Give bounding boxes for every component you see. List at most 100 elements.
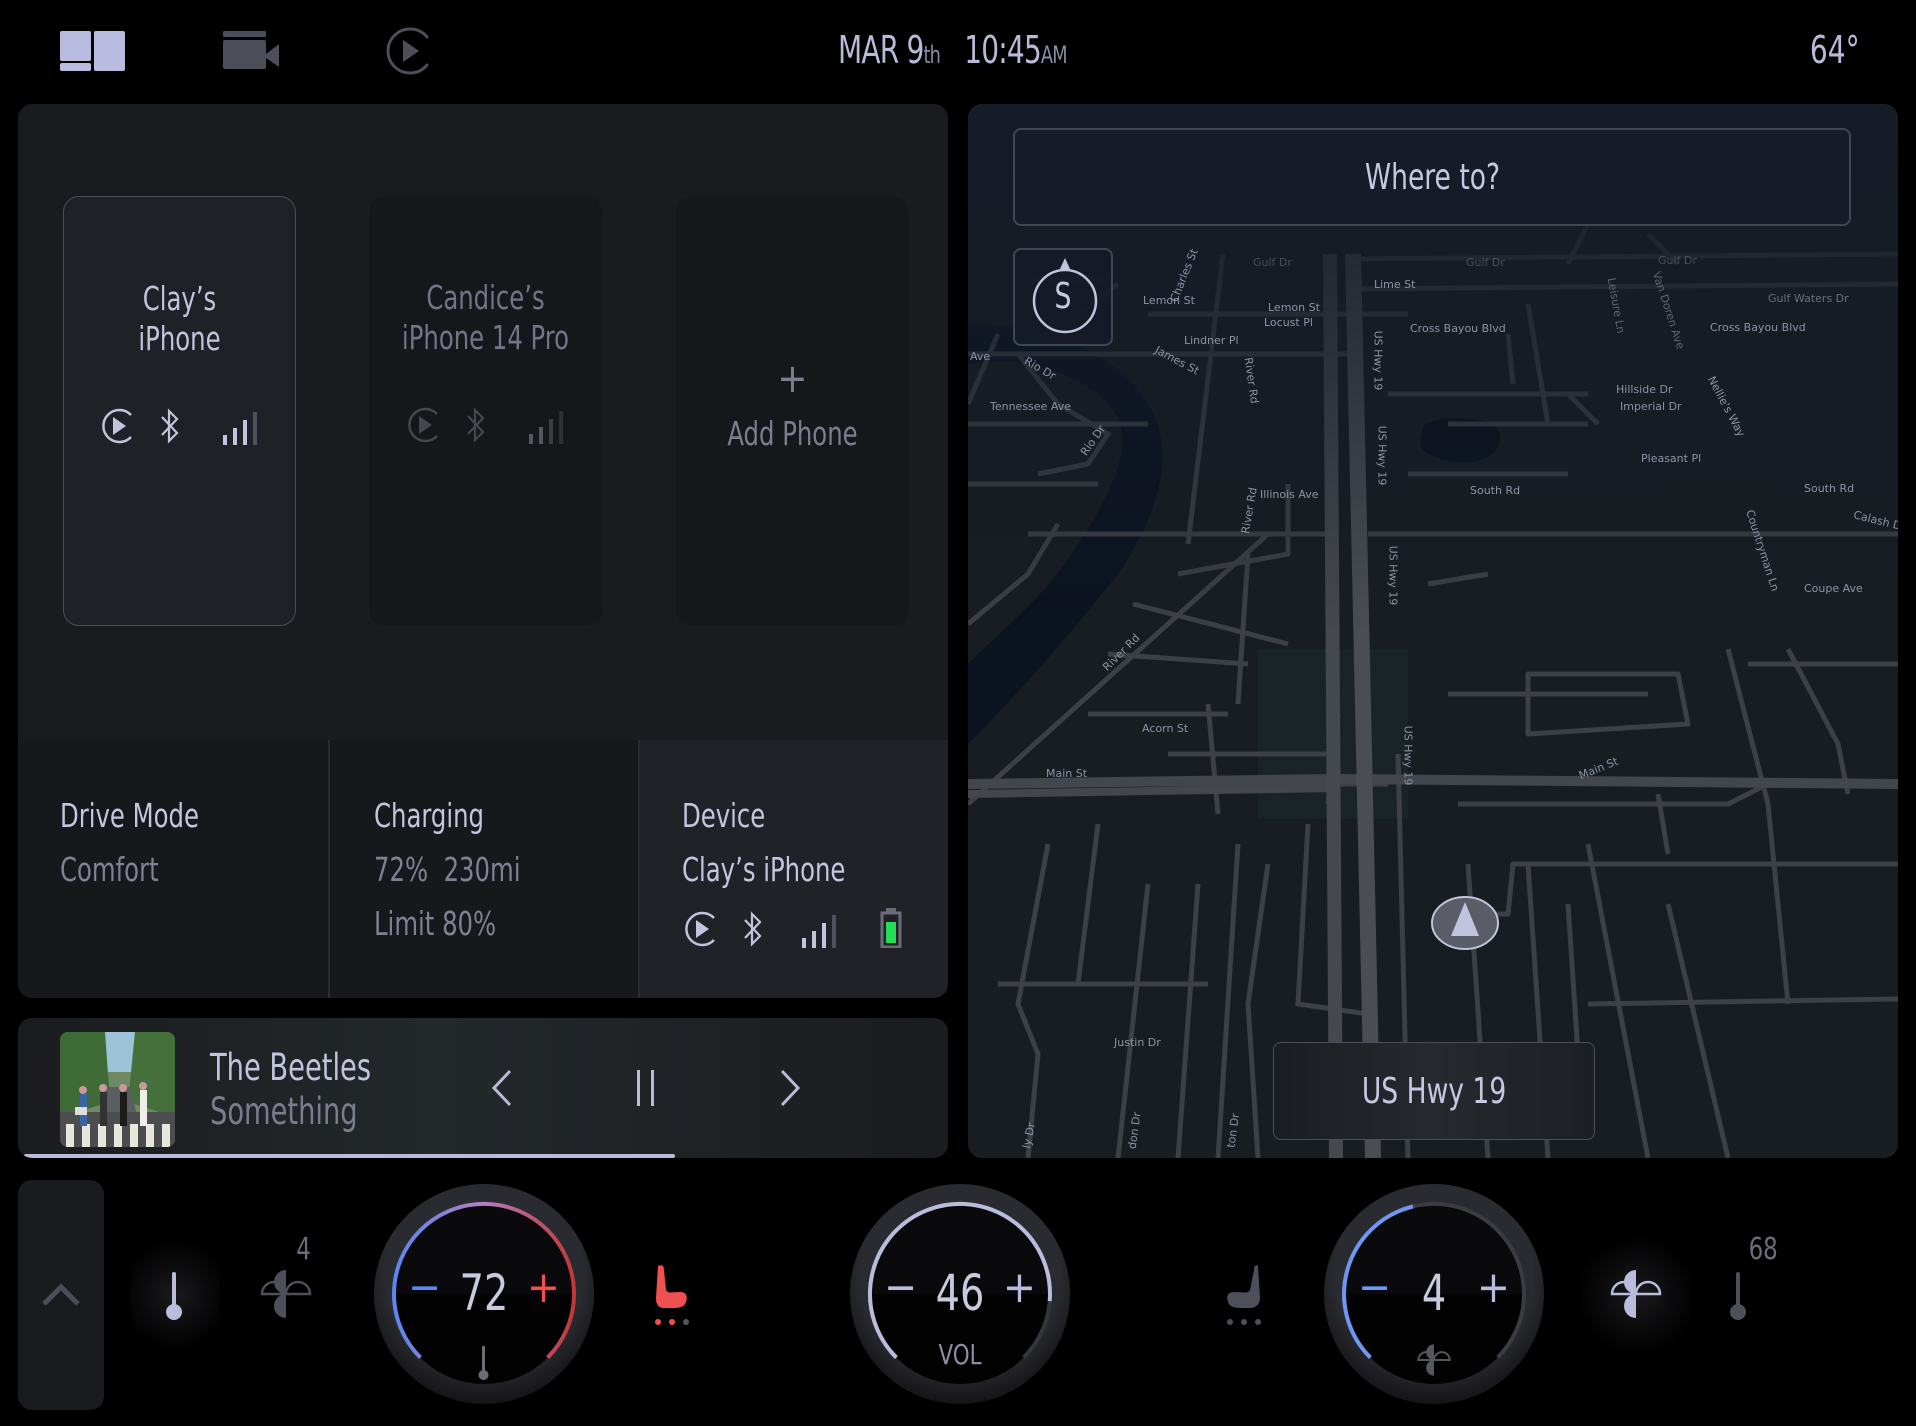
thermometer-icon xyxy=(1730,1272,1746,1320)
bluetooth-icon xyxy=(160,408,179,444)
map-label: Gulf Dr xyxy=(1658,254,1697,267)
device-title: Device xyxy=(682,796,766,835)
fan-icon xyxy=(1417,1344,1451,1376)
media-player: The Beetles Something xyxy=(18,1018,948,1158)
plus-icon: + xyxy=(777,356,808,402)
current-street-name: US Hwy 19 xyxy=(1361,1070,1507,1112)
drive-mode-title: Drive Mode xyxy=(60,796,199,835)
search-placeholder: Where to? xyxy=(1364,156,1500,198)
charging-tile[interactable]: Charging 72% 230mi Limit 80% xyxy=(328,740,638,998)
volume-label: VOL xyxy=(938,1338,982,1371)
map-label: Lime St xyxy=(1374,278,1416,291)
map-label: South Rd xyxy=(1804,482,1855,495)
map-label: US Hwy 19 xyxy=(1371,330,1385,391)
carplay-icon xyxy=(101,408,132,444)
chevron-left-icon xyxy=(491,1069,512,1107)
volume-increase[interactable]: + xyxy=(1003,1266,1036,1310)
dashboard-layout-icon xyxy=(60,31,125,71)
seat-icon xyxy=(1227,1265,1261,1325)
driver-temperature-dial[interactable]: − 72 + xyxy=(370,1180,598,1408)
phone-name: Clay’s iPhone xyxy=(85,279,274,359)
driver-seat-heat-button[interactable] xyxy=(652,1262,698,1332)
bluetooth-icon xyxy=(466,407,485,443)
camera-button[interactable] xyxy=(220,26,282,76)
track-artist: The Beetles xyxy=(210,1046,372,1089)
thermometer-icon xyxy=(166,1272,182,1320)
driver-fan-level: 4 xyxy=(296,1232,311,1267)
track-title: Something xyxy=(210,1090,358,1133)
time-suffix: AM xyxy=(1040,41,1068,69)
phone-name-line1: Candice’s xyxy=(426,278,545,317)
compass-button[interactable]: S xyxy=(1013,248,1113,346)
pause-button[interactable] xyxy=(616,1058,676,1118)
phone-panel: Clay’s iPhone Candice’s iPhone 14 Pro + … xyxy=(18,104,948,998)
charge-percent: 72% xyxy=(374,850,429,889)
add-phone-button[interactable]: + Add Phone xyxy=(676,196,909,626)
fan-icon xyxy=(260,1270,312,1318)
thermometer-icon xyxy=(478,1346,489,1380)
phone-name-line2: iPhone xyxy=(138,319,221,358)
current-street-label: US Hwy 19 xyxy=(1273,1042,1595,1140)
current-location-marker xyxy=(1430,894,1500,952)
fan-speed-dial[interactable]: − 4 + xyxy=(1320,1180,1548,1408)
passenger-temp-value: 68 xyxy=(1748,1232,1778,1267)
map-label: Cross Bayou Blvd xyxy=(1710,321,1806,334)
device-tile[interactable]: Device Clay’s iPhone xyxy=(638,740,948,998)
passenger-fan-button[interactable] xyxy=(1610,1268,1662,1324)
expand-climate-button[interactable] xyxy=(18,1180,104,1410)
dashboard-layout-button[interactable] xyxy=(58,26,128,76)
volume-dial[interactable]: − 46 + VOL xyxy=(846,1180,1074,1408)
pause-icon xyxy=(637,1070,654,1106)
album-art-image xyxy=(60,1032,175,1147)
charge-limit: Limit 80% xyxy=(374,904,497,943)
map-label: Gulf Waters Dr xyxy=(1768,292,1849,305)
phone-name: Candice’s iPhone 14 Pro xyxy=(390,278,581,358)
device-status-icons xyxy=(682,908,948,948)
outside-temperature: 64° xyxy=(1810,28,1860,72)
date-suffix: th xyxy=(923,41,941,69)
map-label: US Hwy 19 xyxy=(1386,545,1400,606)
map-label: Tennessee Ave xyxy=(990,400,1071,413)
map-label: Imperial Dr xyxy=(1620,400,1682,413)
next-track-button[interactable] xyxy=(760,1058,820,1118)
charge-range: 230mi xyxy=(443,850,521,889)
media-play-icon xyxy=(386,27,429,75)
driver-temp-button[interactable] xyxy=(164,1272,184,1326)
phone-card-clays-iphone[interactable]: Clay’s iPhone xyxy=(63,196,296,626)
map-label: Acorn St xyxy=(1142,722,1189,735)
map-label: Ave xyxy=(970,350,991,363)
video-camera-icon xyxy=(223,31,279,69)
passenger-temp-button[interactable] xyxy=(1728,1272,1748,1326)
map-label: Pleasant Pl xyxy=(1641,452,1702,465)
carplay-icon xyxy=(685,911,715,947)
driver-fan-button[interactable] xyxy=(260,1268,312,1324)
media-progress-bar[interactable] xyxy=(18,1154,948,1158)
signal-icon xyxy=(802,915,836,948)
drive-mode-tile[interactable]: Drive Mode Comfort xyxy=(18,740,328,998)
map-label: US Hwy 19 xyxy=(1375,425,1389,486)
phone-name-line1: Clay’s xyxy=(142,279,217,318)
phone-name-line2: iPhone 14 Pro xyxy=(401,318,570,357)
phone-card-candices-iphone[interactable]: Candice’s iPhone 14 Pro xyxy=(369,196,602,626)
map-label: Main St xyxy=(1046,767,1088,780)
compass-heading: S xyxy=(1054,276,1072,317)
album-art[interactable] xyxy=(60,1032,175,1147)
time: 10:45 xyxy=(964,28,1041,72)
previous-track-button[interactable] xyxy=(472,1058,532,1118)
passenger-seat-heat-button[interactable] xyxy=(1222,1262,1268,1332)
signal-icon xyxy=(528,411,563,444)
climate-bar: 4 − 72 + − 46 + VOL − 4 + 68 xyxy=(0,1170,1916,1426)
vehicle-info-row: Drive Mode Comfort Charging 72% 230mi Li… xyxy=(18,740,948,998)
map-label: Gulf Dr xyxy=(1253,256,1292,269)
charging-status: 72% 230mi xyxy=(374,850,590,890)
map-label: Cross Bayou Blvd xyxy=(1410,322,1506,335)
fan-increase[interactable]: + xyxy=(1477,1266,1510,1310)
map-label: Locust Pl xyxy=(1264,316,1313,329)
destination-search-input[interactable]: Where to? xyxy=(1013,128,1851,226)
charging-title: Charging xyxy=(374,796,485,835)
media-button[interactable] xyxy=(382,26,436,76)
chevron-right-icon xyxy=(780,1069,801,1107)
navigation-map[interactable]: Lemon St Charles St Lime St Lemon St Loc… xyxy=(968,104,1898,1158)
driver-temp-increase[interactable]: + xyxy=(527,1266,560,1310)
map-label: Illinois Ave xyxy=(1260,488,1319,501)
